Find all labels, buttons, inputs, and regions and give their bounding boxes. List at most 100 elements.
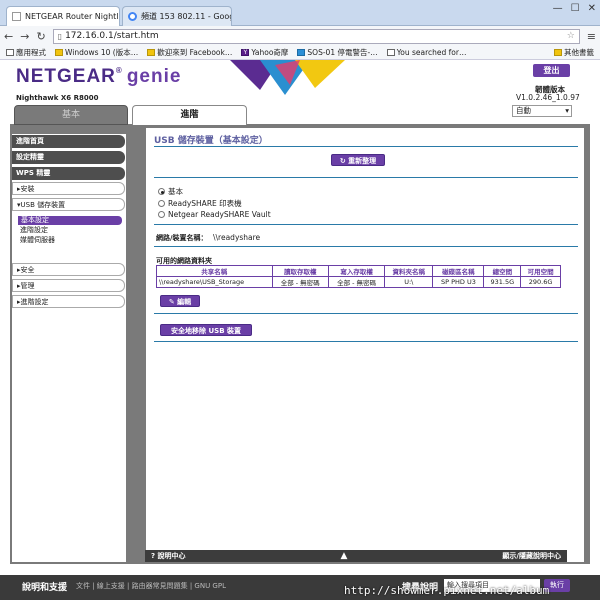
sidebar-sub-media[interactable]: 媒體伺服器 xyxy=(20,236,55,245)
window-controls: — ☐ ✕ xyxy=(553,3,596,14)
apps-icon xyxy=(6,49,14,56)
browser-tab-bar: NETGEAR Router Nightl ✕ 頻道 153 802.11 - … xyxy=(0,0,600,26)
col-free-space: 可用空間 xyxy=(520,265,561,277)
url-text: 172.16.0.1/start.htm xyxy=(65,31,159,41)
menu-icon[interactable]: ≡ xyxy=(587,30,596,43)
folders-table: 共享名稱 讀取存取權 寫入存取權 資料夾名稱 磁碟區名稱 總空間 可用空間 \\… xyxy=(156,265,561,288)
bookmark-facebook[interactable]: 歡迎來到 Facebook… xyxy=(147,47,232,58)
sidebar-sub-advanced[interactable]: 進階設定 xyxy=(20,226,48,235)
web-icon xyxy=(386,49,395,56)
radio-readyshare-printer[interactable]: ReadySHARE 印表機 xyxy=(158,198,242,209)
back-icon[interactable]: ← xyxy=(4,30,13,43)
browser-tab-google[interactable]: 頻道 153 802.11 - Googl ✕ xyxy=(122,6,232,26)
device-name-label: 網路/裝置名稱： xyxy=(156,234,208,242)
divider xyxy=(154,246,578,247)
minimize-icon[interactable]: — xyxy=(553,3,563,14)
bookmark-sos[interactable]: SOS-01 停電警告-… xyxy=(297,47,378,58)
auto-select[interactable]: 自動 ▾ xyxy=(512,105,572,117)
cell-write-access: 全部 - 無密碼 xyxy=(327,276,386,288)
cell-share-name: \\readyshare\USB_Storage xyxy=(156,276,273,288)
tab-basic[interactable]: 基本 xyxy=(14,105,128,125)
radio-readyshare-vault[interactable]: Netgear ReadySHARE Vault xyxy=(158,210,271,219)
bookmarks-bar: 應用程式 Windows 10 (版本… 歡迎來到 Facebook… Y Yah… xyxy=(0,46,600,60)
browser-tab-title: NETGEAR Router Nightl xyxy=(25,12,119,21)
firmware-version: V1.0.2.46_1.0.97 xyxy=(516,93,580,102)
pencil-icon: ✎ xyxy=(168,298,175,306)
router-model: Nighthawk X6 R8000 xyxy=(16,94,99,102)
support-links[interactable]: 文件 | 線上支援 | 路由器常見問題集 | GNU GPL xyxy=(76,581,226,591)
help-icon: ? xyxy=(151,552,156,560)
browser-tab-title: 頻道 153 802.11 - Googl xyxy=(141,12,232,21)
safe-remove-usb-button[interactable]: 安全地移除 USB 裝置 xyxy=(160,324,252,336)
divider xyxy=(154,224,578,225)
maximize-icon[interactable]: ☐ xyxy=(571,3,580,14)
sidebar-item-usb-storage[interactable]: ▾USB 儲存裝置 xyxy=(12,198,125,211)
reload-icon[interactable]: ↻ xyxy=(36,30,45,43)
radio-icon xyxy=(158,211,165,218)
sidebar: 進階首頁 設定精靈 WPS 精靈 ▸安裝 ▾USB 儲存裝置 基本設定 進階設定… xyxy=(12,134,126,562)
folder-icon xyxy=(55,49,63,56)
logout-button[interactable]: 登出 xyxy=(533,64,570,77)
col-total-space: 總空間 xyxy=(483,265,522,277)
sidebar-item-setup-wizard[interactable]: 設定精靈 xyxy=(12,151,125,164)
support-label: 說明和支援 xyxy=(22,583,68,593)
radio-icon xyxy=(158,200,165,207)
edit-button[interactable]: ✎ 編輯 xyxy=(160,295,200,307)
sidebar-item-wps-wizard[interactable]: WPS 精靈 xyxy=(12,167,125,180)
col-share-name: 共享名稱 xyxy=(156,265,273,277)
col-read-access: 讀取存取權 xyxy=(271,265,329,277)
content-panel xyxy=(146,128,584,562)
col-folder-name: 資料夾名稱 xyxy=(384,265,434,277)
sidebar-item-security[interactable]: ▸安全 xyxy=(12,263,125,276)
banner-graphic xyxy=(230,60,345,95)
bookmark-windows10[interactable]: Windows 10 (版本… xyxy=(55,47,138,58)
cell-read-access: 全部 - 無密碼 xyxy=(271,276,329,288)
folder-icon xyxy=(147,49,156,56)
table-header-row: 共享名稱 讀取存取權 寫入存取權 資料夾名稱 磁碟區名稱 總空間 可用空間 xyxy=(156,265,561,277)
help-center-link[interactable]: ? 說明中心 xyxy=(151,551,186,561)
star-icon[interactable]: ☆ xyxy=(567,31,575,41)
page-title: USB 儲存裝置（基本設定） xyxy=(154,136,268,146)
refresh-icon: ↻ xyxy=(339,157,346,165)
bookmark-other[interactable]: 其他書籤 xyxy=(554,47,594,58)
browser-toolbar: ← → ↻ ▯ 172.16.0.1/start.htm ☆ ≡ xyxy=(0,26,600,46)
forward-icon[interactable]: → xyxy=(20,30,29,43)
refresh-button[interactable]: ↻ 重新整理 xyxy=(331,154,385,166)
divider xyxy=(154,313,578,314)
tab-advanced[interactable]: 進階 xyxy=(132,105,247,125)
sidebar-sub-basic[interactable]: 基本設定 xyxy=(18,216,122,225)
cell-volume-name: SP PHD U3 xyxy=(432,276,485,288)
address-bar[interactable]: ▯ 172.16.0.1/start.htm ☆ xyxy=(52,28,580,44)
toggle-help-center-link[interactable]: 顯示/隱藏說明中心 xyxy=(502,551,561,561)
radio-selected-icon xyxy=(158,188,165,195)
divider xyxy=(154,146,578,147)
page-icon xyxy=(12,12,21,21)
sidebar-item-admin[interactable]: ▸管理 xyxy=(12,279,125,292)
cell-folder-name: U:\ xyxy=(384,276,434,288)
web-icon xyxy=(297,49,306,56)
col-write-access: 寫入存取權 xyxy=(327,265,386,277)
page-icon: ▯ xyxy=(57,31,63,41)
sidebar-item-setup[interactable]: ▸安裝 xyxy=(12,182,125,195)
divider xyxy=(154,341,578,342)
device-name-value: \\readyshare xyxy=(213,233,261,242)
watermark: http://showmer.pixnet.net/album xyxy=(344,584,550,597)
radio-basic[interactable]: 基本 xyxy=(158,186,183,197)
divider xyxy=(154,177,578,178)
bookmark-yahoo[interactable]: Y Yahoo奇摩 xyxy=(241,47,288,58)
yahoo-icon: Y xyxy=(241,49,250,56)
close-window-icon[interactable]: ✕ xyxy=(588,3,596,14)
bookmark-apps[interactable]: 應用程式 xyxy=(6,47,46,58)
netgear-logo: NETGEAR® genie xyxy=(16,66,182,87)
chevron-down-icon: ▾ xyxy=(565,106,569,115)
cell-free-space: 290.6G xyxy=(520,276,561,288)
cell-total-space: 931.5G xyxy=(483,276,522,288)
table-row[interactable]: \\readyshare\USB_Storage 全部 - 無密碼 全部 - 無… xyxy=(156,276,561,288)
folder-icon xyxy=(554,49,562,56)
sidebar-item-home[interactable]: 進階首頁 xyxy=(12,135,125,148)
google-icon xyxy=(128,12,137,21)
expand-icon[interactable]: ▲ xyxy=(341,551,348,561)
sidebar-item-adv-setup[interactable]: ▸進階設定 xyxy=(12,295,125,308)
browser-tab-netgear[interactable]: NETGEAR Router Nightl ✕ xyxy=(6,6,120,26)
bookmark-search[interactable]: You searched for… xyxy=(386,48,466,57)
